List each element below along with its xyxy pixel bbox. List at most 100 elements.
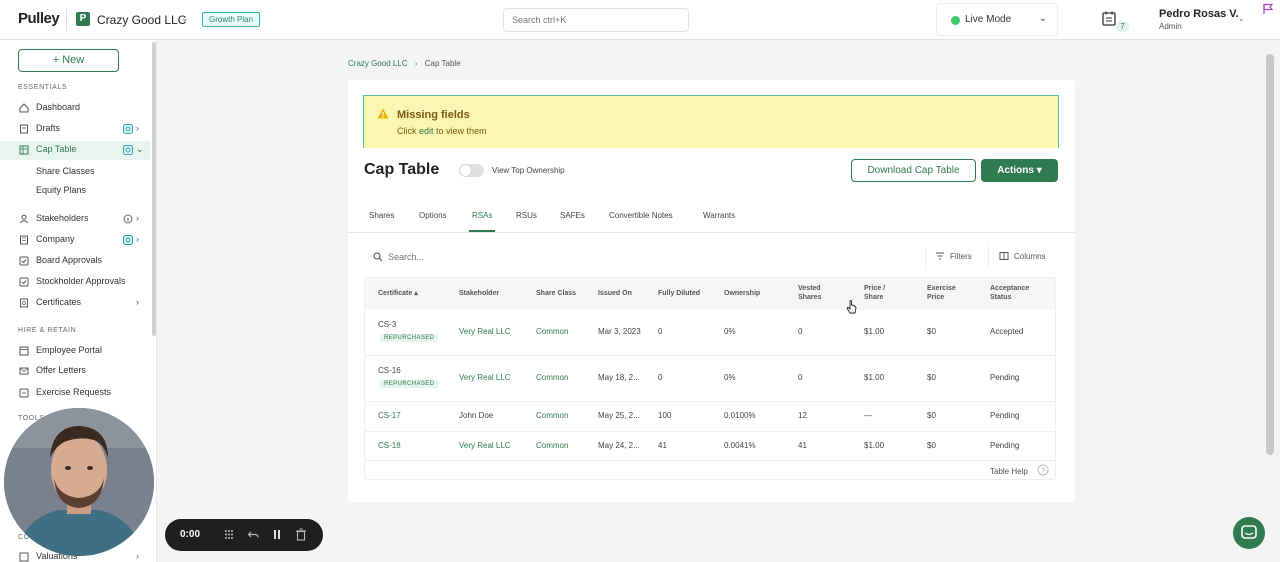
sidebar-item-offer-letters[interactable]: Offer Letters	[0, 362, 150, 381]
sidebar-item-stockholder-approvals[interactable]: Stockholder Approvals	[0, 273, 150, 292]
table-row[interactable]: CS-16 REPURCHASED Very Real LLC Common M…	[365, 356, 1055, 402]
sidebar-item-company[interactable]: Company ›	[0, 231, 150, 250]
sidebar-item-exercise-requests[interactable]: Exercise Requests	[0, 384, 150, 403]
sidebar-item-label: Board Approvals	[36, 255, 103, 265]
cell-stakeholder[interactable]: Very Real LLC	[459, 373, 511, 382]
cell-certificate[interactable]: CS-3	[378, 320, 396, 329]
download-cap-table-button[interactable]: Download Cap Table	[851, 159, 976, 182]
sidebar-item-board-approvals[interactable]: Board Approvals	[0, 252, 150, 271]
global-search-input[interactable]	[503, 8, 689, 32]
user-name[interactable]: Pedro Rosas V.	[1159, 8, 1239, 20]
edit-link[interactable]: edit	[419, 126, 434, 136]
cell-certificate[interactable]: CS-18	[378, 441, 401, 450]
sidebar-item-equity-plans[interactable]: Equity Plans	[36, 185, 86, 195]
column-header-fully-diluted[interactable]: Fully Diluted	[658, 289, 700, 298]
sidebar-item-share-classes[interactable]: Share Classes	[36, 166, 95, 176]
cell-stakeholder[interactable]: Very Real LLC	[459, 327, 511, 336]
cell-ownership: 0.0100%	[724, 411, 756, 420]
filters-button[interactable]: Filters	[935, 248, 977, 266]
chevron-down-icon: ⌄	[1038, 13, 1047, 24]
cell-issued-on: May 18, 2...	[598, 373, 640, 382]
table-row[interactable]: CS-17 John Doe Common May 25, 2... 100 0…	[365, 402, 1055, 432]
column-header-vested-shares[interactable]: Vested Shares	[798, 284, 821, 302]
cell-certificate[interactable]: CS-16	[378, 366, 401, 375]
tab-rsus[interactable]: RSUs	[516, 211, 537, 220]
plan-badge[interactable]: Growth Plan	[202, 12, 261, 27]
cell-stakeholder[interactable]: John Doe	[459, 411, 493, 420]
header-line-1: Price /	[864, 285, 886, 292]
breadcrumb-link-company[interactable]: Crazy Good LLC	[348, 59, 408, 68]
webcam-overlay[interactable]	[4, 408, 154, 556]
certificate-icon	[20, 298, 28, 308]
undo-icon[interactable]	[247, 528, 259, 541]
column-header-certificate[interactable]: Certificate ▴	[378, 289, 418, 298]
sidebar-item-drafts[interactable]: Drafts ›	[0, 120, 150, 139]
column-header-price-share[interactable]: Price / Share	[864, 284, 885, 302]
exercise-icon	[19, 388, 29, 398]
columns-button[interactable]: Columns	[999, 248, 1051, 266]
cell-ownership: 0%	[724, 327, 736, 336]
page-scrollbar[interactable]	[1266, 54, 1274, 455]
divider	[66, 9, 67, 31]
brand-logo[interactable]: Pulley	[18, 10, 60, 27]
columns-label: Columns	[1014, 252, 1046, 261]
cell-share-class[interactable]: Common	[536, 441, 568, 450]
company-switcher[interactable]: Crazy Good LLC	[97, 13, 186, 27]
column-header-ownership[interactable]: Ownership	[724, 289, 760, 298]
sidebar-item-stakeholders[interactable]: Stakeholders ›	[0, 210, 150, 229]
cap-table-card: Missing fields Click edit to view them C…	[348, 80, 1075, 502]
chevron-right-icon: ›	[136, 123, 139, 133]
actions-button[interactable]: Actions ▾	[981, 159, 1058, 182]
chat-launcher-button[interactable]	[1233, 517, 1265, 549]
chevron-down-icon[interactable]: ⌄	[1238, 14, 1245, 23]
cell-fully-diluted: 100	[658, 411, 672, 420]
filter-icon	[936, 252, 944, 260]
chevron-down-icon[interactable]: ⌄	[181, 13, 189, 24]
cell-share-class[interactable]: Common	[536, 327, 568, 336]
building-icon	[20, 235, 28, 245]
trash-icon[interactable]	[295, 528, 307, 541]
portal-icon	[19, 346, 29, 356]
pause-icon[interactable]	[271, 528, 283, 541]
help-icon[interactable]: ?	[1037, 464, 1049, 476]
top-ownership-toggle[interactable]	[459, 164, 484, 177]
cell-acceptance-status: Pending	[990, 411, 1020, 420]
new-button[interactable]: + New	[18, 49, 119, 72]
status-icon	[123, 235, 133, 245]
table-row[interactable]: CS-3 REPURCHASED Very Real LLC Common Ma…	[365, 310, 1055, 356]
column-header-issued-on[interactable]: Issued On	[598, 289, 632, 298]
sidebar-scrollbar[interactable]	[152, 42, 156, 336]
tab-warrants[interactable]: Warrants	[703, 211, 735, 220]
calendar-icon[interactable]	[1102, 11, 1116, 26]
flag-icon[interactable]	[1262, 3, 1274, 15]
column-header-exercise-price[interactable]: Exercise Price	[927, 284, 956, 302]
cell-certificate[interactable]: CS-17	[378, 411, 401, 420]
table-help-link[interactable]: Table Help	[990, 467, 1028, 476]
security-tabs: Shares Options RSAs RSUs SAFEs Convertib…	[348, 204, 1075, 233]
cell-share-class[interactable]: Common	[536, 411, 568, 420]
column-header-stakeholder[interactable]: Stakeholder	[459, 289, 499, 298]
sidebar-item-label: Dashboard	[36, 102, 81, 112]
tab-shares[interactable]: Shares	[369, 211, 394, 220]
sidebar-item-certificates[interactable]: Certificates ›	[0, 294, 150, 313]
sidebar-item-cap-table[interactable]: Cap Table ⌄	[0, 141, 150, 160]
tab-rsas[interactable]: RSAs	[472, 211, 492, 220]
table-search-input[interactable]	[388, 248, 918, 266]
cell-share-class[interactable]: Common	[536, 373, 568, 382]
sidebar-item-employee-portal[interactable]: Employee Portal	[0, 342, 150, 361]
column-header-acceptance-status[interactable]: Acceptance Status	[990, 284, 1029, 302]
cell-stakeholder[interactable]: Very Real LLC	[459, 441, 511, 450]
top-bar: Pulley P Crazy Good LLC ⌄ Growth Plan Li…	[0, 0, 1280, 40]
tab-convertible-notes[interactable]: Convertible Notes	[609, 211, 673, 220]
table-row[interactable]: CS-18 Very Real LLC Common May 24, 2... …	[365, 432, 1055, 461]
letter-icon	[19, 367, 29, 375]
mode-selector[interactable]: Live Mode ⌄	[936, 3, 1058, 36]
drag-handle-icon[interactable]	[223, 528, 235, 541]
tab-safes[interactable]: SAFEs	[560, 211, 585, 220]
column-header-share-class[interactable]: Share Class	[536, 289, 576, 298]
sidebar-item-dashboard[interactable]: Dashboard	[0, 99, 150, 118]
header-line-1: Acceptance	[990, 285, 1030, 292]
tab-options[interactable]: Options	[419, 211, 447, 220]
alert-title: Missing fields	[397, 109, 470, 121]
cell-issued-on: May 24, 2...	[598, 441, 640, 450]
